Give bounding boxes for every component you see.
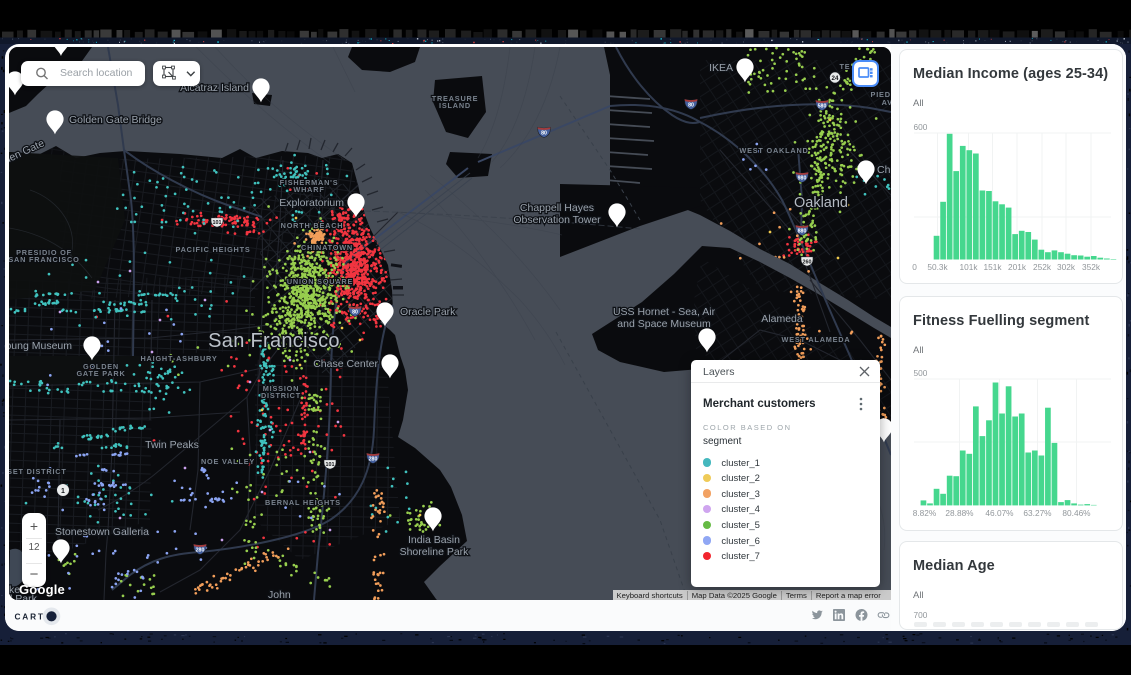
svg-text:John: John <box>268 589 291 600</box>
svg-text:de Young Museum: de Young Museum <box>9 340 72 352</box>
svg-text:Chappell Hayes: Chappell Hayes <box>520 202 594 214</box>
svg-text:260: 260 <box>803 260 812 266</box>
svg-text:AVENUE: AVENUE <box>882 98 891 107</box>
svg-text:28.88%: 28.88% <box>945 508 974 518</box>
svg-text:NOE VALLEY: NOE VALLEY <box>201 457 255 466</box>
svg-text:980: 980 <box>798 176 807 182</box>
svg-text:NORTH BEACH: NORTH BEACH <box>281 221 344 230</box>
svg-text:CART: CART <box>15 612 45 622</box>
svg-text:500: 500 <box>914 369 928 378</box>
svg-text:IKEA: IKEA <box>709 62 733 74</box>
svg-text:80: 80 <box>688 103 694 109</box>
svg-text:80: 80 <box>541 131 547 137</box>
svg-text:50.3k: 50.3k <box>927 262 948 272</box>
svg-text:Exploratorium: Exploratorium <box>279 197 344 209</box>
svg-text:DISTRICT: DISTRICT <box>261 391 301 400</box>
svg-text:UNION SQUARE: UNION SQUARE <box>287 277 353 286</box>
svg-text:USS Hornet - Sea, Air: USS Hornet - Sea, Air <box>613 306 716 318</box>
svg-text:WEST OAKLAND: WEST OAKLAND <box>739 146 808 155</box>
svg-text:HAIGHT-ASHBURY: HAIGHT-ASHBURY <box>140 354 217 363</box>
svg-text:280: 280 <box>369 457 378 463</box>
svg-text:Ch: Ch <box>877 164 891 176</box>
svg-text:24: 24 <box>832 75 839 82</box>
svg-text:Golden Gate Bridge: Golden Gate Bridge <box>69 114 162 126</box>
svg-text:8.82%: 8.82% <box>913 508 937 518</box>
svg-text:0: 0 <box>912 262 917 272</box>
svg-text:1: 1 <box>61 488 65 495</box>
svg-text:San Francisco: San Francisco <box>208 330 340 352</box>
svg-text:Oracle Park: Oracle Park <box>400 306 456 318</box>
svg-text:ISLAND: ISLAND <box>439 101 471 110</box>
svg-text:Stonestown Galleria: Stonestown Galleria <box>55 526 149 538</box>
svg-text:201k: 201k <box>1008 262 1027 272</box>
svg-text:151k: 151k <box>984 262 1003 272</box>
svg-text:101k: 101k <box>960 262 979 272</box>
svg-text:Chase Center: Chase Center <box>313 358 378 370</box>
svg-text:BERNAL HEIGHTS: BERNAL HEIGHTS <box>265 498 341 507</box>
svg-text:80: 80 <box>352 310 358 316</box>
svg-text:101: 101 <box>213 220 222 226</box>
svg-text:252k: 252k <box>1033 262 1052 272</box>
svg-text:Observation Tower: Observation Tower <box>513 214 601 226</box>
svg-text:280: 280 <box>196 548 205 554</box>
svg-text:SAN FRANCISCO: SAN FRANCISCO <box>9 255 80 264</box>
svg-text:352k: 352k <box>1082 262 1101 272</box>
svg-text:India Basin: India Basin <box>408 534 460 546</box>
svg-text:GATE PARK: GATE PARK <box>76 369 125 378</box>
svg-text:WEST ALAMEDA: WEST ALAMEDA <box>782 335 851 344</box>
svg-text:PACIFIC HEIGHTS: PACIFIC HEIGHTS <box>175 245 250 254</box>
svg-text:TE: TE <box>840 62 851 71</box>
svg-text:101: 101 <box>326 462 335 468</box>
svg-text:302k: 302k <box>1057 262 1076 272</box>
svg-text:WHARF: WHARF <box>293 185 324 194</box>
svg-text:46.07%: 46.07% <box>985 508 1014 518</box>
svg-text:63.27%: 63.27% <box>1023 508 1052 518</box>
svg-text:880: 880 <box>798 229 807 235</box>
svg-text:600: 600 <box>914 122 928 132</box>
svg-text:Oakland: Oakland <box>794 195 848 211</box>
svg-text:580: 580 <box>818 104 827 110</box>
svg-text:Shoreline Park: Shoreline Park <box>400 546 470 558</box>
svg-text:CHINATOWN: CHINATOWN <box>301 243 353 252</box>
svg-text:SUNSET DISTRICT: SUNSET DISTRICT <box>9 467 67 476</box>
svg-text:and Space Museum: and Space Museum <box>617 318 711 330</box>
svg-text:Alameda: Alameda <box>761 313 803 325</box>
svg-text:80.46%: 80.46% <box>1062 508 1091 518</box>
svg-text:Twin Peaks: Twin Peaks <box>145 439 199 451</box>
svg-text:700: 700 <box>914 610 928 620</box>
